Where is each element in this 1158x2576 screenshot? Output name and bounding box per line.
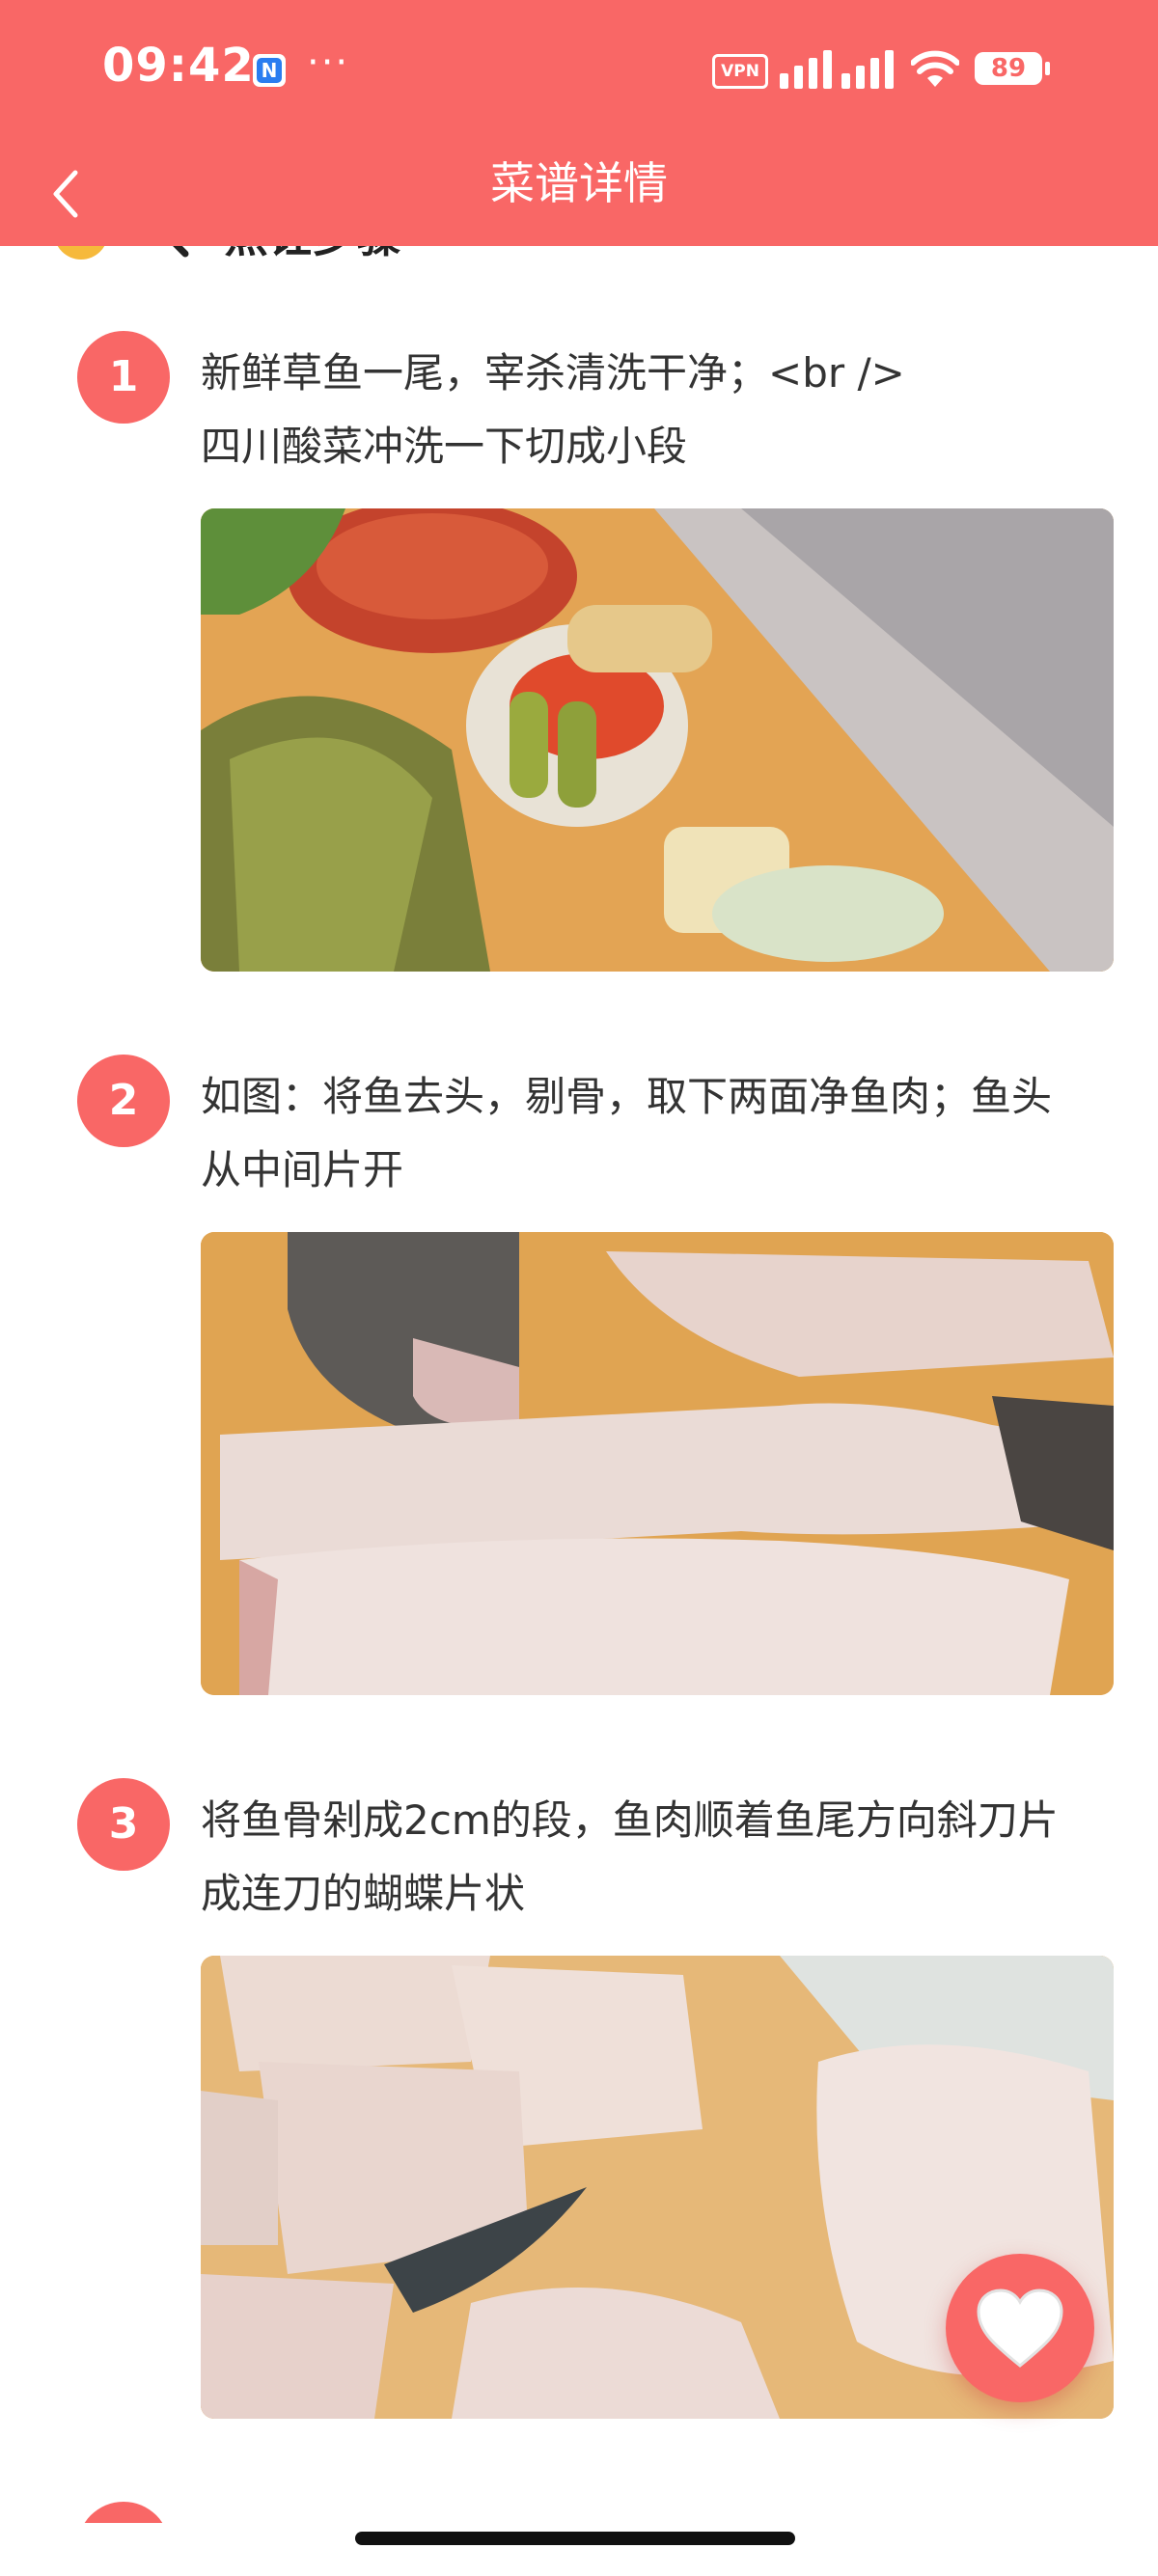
- magnifier-icon: [173, 246, 189, 258]
- step-number-badge: 1: [77, 331, 170, 424]
- step-photo[interactable]: [201, 508, 1114, 972]
- step-number-badge: 3: [77, 1778, 170, 1871]
- navigation-bar: 菜谱详情: [0, 140, 1158, 246]
- heart-icon: [977, 2288, 1063, 2368]
- wifi-icon: [911, 50, 959, 87]
- back-arrow-icon[interactable]: [35, 159, 102, 227]
- step-number-badge: 2: [77, 1055, 170, 1147]
- step-photo[interactable]: [201, 1232, 1114, 1695]
- favorite-button[interactable]: [946, 2254, 1094, 2402]
- smiley-icon: [54, 246, 108, 260]
- home-indicator[interactable]: [355, 2532, 795, 2545]
- step-number-badge: 4: [77, 2502, 170, 2523]
- page-title: 菜谱详情: [490, 157, 668, 209]
- step-description: 如图：将鱼去头，剔骨，取下两面净鱼肉；鱼头从中间片开: [201, 1073, 1053, 1193]
- notification-app-icon: N: [253, 54, 286, 87]
- vpn-icon: VPN: [712, 54, 768, 89]
- step-description: 将鱼骨剁成2cm的段，鱼肉顺着鱼尾方向斜刀片成连刀的蝴蝶片状: [201, 1796, 1059, 1917]
- status-bar: 09:42 N ··· VPN 89: [0, 0, 1158, 140]
- battery-icon: 89: [975, 52, 1042, 85]
- recipe-steps-content[interactable]: 烹饪步骤 1 新鲜草鱼一尾，宰杀清洗干净；<br /> 四川酸菜冲洗一下切成小段: [0, 246, 1158, 2523]
- notification-letter: N: [257, 58, 282, 83]
- battery-tip: [1045, 62, 1050, 75]
- status-time: 09:42: [102, 39, 255, 93]
- step-description: 新鲜草鱼一尾，宰杀清洗干净；<br /> 四川酸菜冲洗一下切成小段: [201, 349, 905, 470]
- signal-strength-icon: [780, 48, 894, 89]
- more-notifications-icon: ···: [307, 41, 350, 85]
- app-header: 09:42 N ··· VPN 89 菜谱详情: [0, 0, 1158, 246]
- section-title: 烹饪步骤: [224, 246, 401, 265]
- step-description: 将片好的鱼片放入大碗中，加入少许盐，胡椒: [201, 2507, 1089, 2523]
